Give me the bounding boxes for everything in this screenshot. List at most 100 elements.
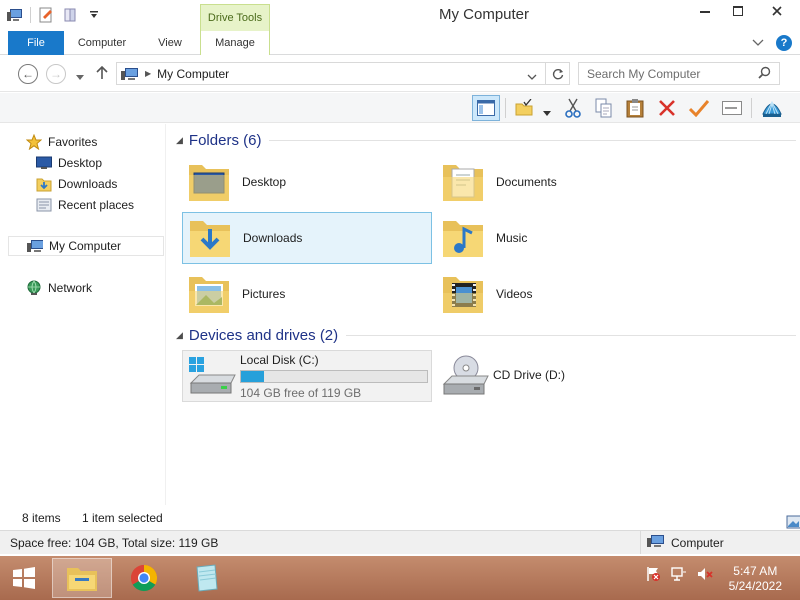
cut-button[interactable]	[559, 95, 587, 121]
delete-button[interactable]	[653, 95, 681, 121]
preview-pane-icon	[477, 100, 495, 116]
tab-computer[interactable]: Computer	[70, 31, 134, 55]
details-bar: Space free: 104 GB, Total size: 119 GB C…	[0, 530, 800, 554]
minimize-button[interactable]	[688, 0, 721, 22]
system-tray	[645, 566, 713, 585]
select-folder-button[interactable]	[510, 95, 538, 121]
folder-check-icon	[515, 99, 533, 116]
window-title: My Computer	[438, 6, 530, 23]
properties-button[interactable]	[718, 95, 746, 121]
drive-local-disk-c[interactable]: Local Disk (C:) 104 GB free of 119 GB	[182, 350, 432, 402]
ribbon-tabs: File Computer View Manage ?	[0, 31, 800, 55]
shell-icon	[762, 100, 782, 117]
taskbar-chrome[interactable]	[114, 558, 174, 598]
scissors-icon	[565, 98, 581, 118]
properties-icon	[722, 101, 742, 115]
drive-name: CD Drive (D:)	[493, 368, 565, 382]
sidebar-item-label: Network	[48, 281, 93, 295]
forward-button[interactable]: →	[46, 64, 66, 84]
sidebar-item-label: Favorites	[48, 135, 98, 149]
collapse-arrow-icon: ◢	[176, 135, 183, 145]
desktop-icon	[36, 155, 52, 171]
folder-videos[interactable]: Videos	[436, 268, 686, 320]
folder-label: Music	[496, 231, 528, 245]
folders-header-label: Folders (6)	[188, 132, 262, 149]
status-bar: 8 items 1 item selected	[0, 506, 800, 530]
computer-icon	[27, 238, 43, 254]
drive-cd-d[interactable]: CD Drive (D:)	[436, 350, 686, 402]
shell-button[interactable]	[758, 95, 786, 121]
paste-button[interactable]	[621, 95, 649, 121]
action-center-flag-icon[interactable]	[645, 566, 661, 585]
star-icon	[26, 134, 42, 150]
cd-drive-icon	[442, 355, 489, 395]
sidebar-item-recent-places[interactable]: Recent places	[36, 195, 134, 215]
folder-label: Desktop	[242, 175, 287, 189]
delete-x-icon	[659, 100, 675, 116]
selection-count: 1 item selected	[82, 511, 163, 525]
space-info: Space free: 104 GB, Total size: 119 GB	[10, 536, 219, 550]
sidebar-item-desktop[interactable]: Desktop	[36, 153, 102, 173]
up-button[interactable]	[96, 65, 108, 83]
clock[interactable]: 5:47 AM 5/24/2022	[729, 564, 782, 594]
address-dropdown-icon[interactable]	[527, 70, 537, 84]
search-icon[interactable]	[758, 66, 771, 82]
navigation-pane: Favorites Desktop Downloads Recent place…	[0, 124, 166, 505]
videos-folder-icon	[443, 277, 483, 313]
maximize-button[interactable]	[721, 0, 754, 22]
address-bar[interactable]: ▶ My Computer	[116, 62, 570, 85]
expand-ribbon-icon[interactable]	[752, 36, 764, 50]
copy-button[interactable]	[590, 95, 618, 121]
search-box[interactable]	[578, 62, 780, 85]
taskbar-file-explorer[interactable]	[52, 558, 112, 598]
notepad-icon	[196, 564, 218, 592]
preview-pane-button[interactable]	[472, 95, 500, 121]
downloads-icon	[36, 176, 52, 192]
search-input[interactable]	[587, 66, 747, 81]
recent-locations-icon[interactable]	[76, 70, 84, 84]
folder-label: Videos	[496, 287, 533, 301]
separator	[751, 98, 752, 118]
sidebar-item-downloads[interactable]: Downloads	[36, 174, 117, 194]
sidebar-item-label: My Computer	[49, 239, 122, 253]
network-status-icon[interactable]	[671, 566, 687, 585]
copy-icon	[595, 98, 612, 118]
sidebar-item-label: Downloads	[58, 177, 118, 191]
ribbon-controls: ?	[752, 35, 792, 51]
navigation-bar: ← → ▶ My Computer	[0, 56, 800, 92]
drives-group-header[interactable]: ◢ Devices and drives (2)	[176, 327, 796, 344]
windows-logo-icon	[13, 567, 35, 589]
sidebar-item-favorites[interactable]: Favorites	[26, 132, 97, 152]
help-icon[interactable]: ?	[776, 35, 792, 51]
close-button[interactable]	[754, 0, 800, 22]
drive-name: Local Disk (C:)	[240, 353, 319, 367]
forward-arrow-icon: →	[50, 67, 62, 81]
tab-view[interactable]: View	[144, 31, 196, 55]
command-toolbar	[0, 93, 800, 123]
tab-file[interactable]: File	[8, 31, 64, 55]
computer-icon	[121, 67, 139, 81]
sidebar-item-my-computer[interactable]: My Computer	[8, 236, 164, 256]
dropdown-arrow-icon[interactable]	[543, 105, 551, 119]
sidebar-item-network[interactable]: Network	[26, 278, 92, 298]
address-text[interactable]: My Computer	[157, 67, 229, 81]
taskbar-notepad[interactable]	[176, 558, 236, 598]
tab-manage[interactable]: Manage	[200, 31, 270, 55]
window-controls	[688, 0, 800, 22]
folder-documents[interactable]: Documents	[436, 156, 686, 208]
folder-pictures[interactable]: Pictures	[182, 268, 432, 320]
clock-date: 5/24/2022	[728, 579, 782, 593]
start-button[interactable]	[0, 558, 48, 598]
refresh-button[interactable]	[545, 63, 569, 84]
folder-music[interactable]: Music	[436, 212, 686, 264]
network-icon	[26, 280, 42, 296]
folder-desktop[interactable]: Desktop	[182, 156, 432, 208]
volume-muted-icon[interactable]	[697, 566, 713, 585]
folder-downloads[interactable]: Downloads	[182, 212, 432, 264]
back-button[interactable]: ←	[18, 64, 38, 84]
sidebar-item-label: Recent places	[58, 198, 135, 212]
folders-group-header[interactable]: ◢ Folders (6)	[176, 132, 796, 149]
computer-icon	[647, 534, 665, 551]
recent-places-icon	[36, 197, 52, 213]
rename-button[interactable]	[685, 95, 713, 121]
